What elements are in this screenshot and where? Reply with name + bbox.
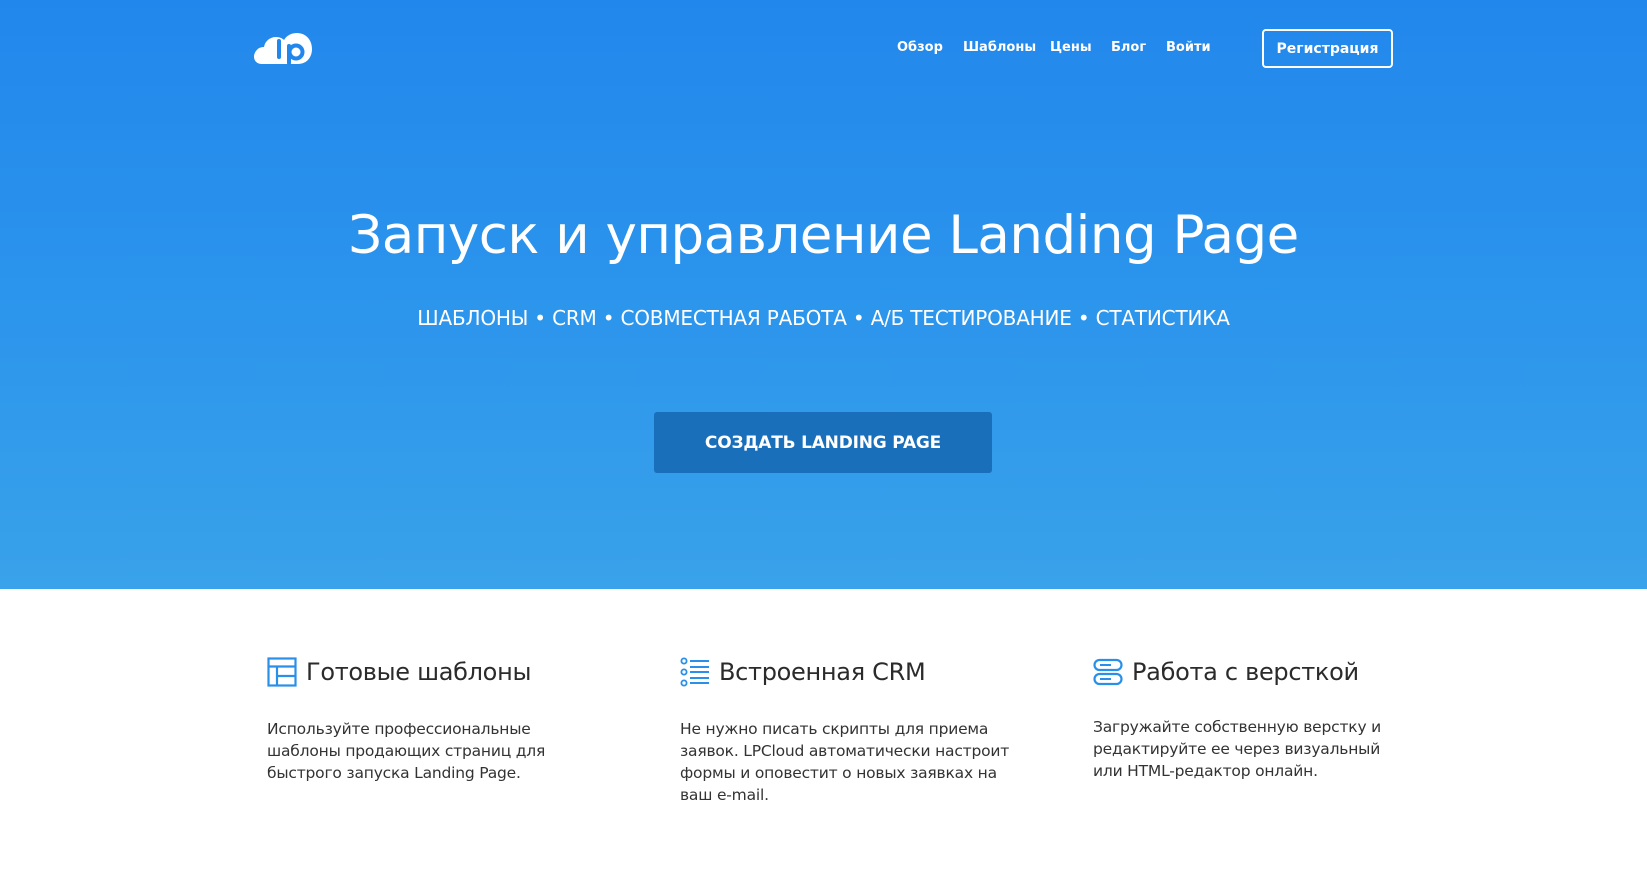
logo-text: lp xyxy=(252,28,253,29)
hero-title: Запуск и управление Landing Page xyxy=(348,205,1299,266)
nav-blog[interactable]: Блог xyxy=(1111,40,1146,55)
nav-templates[interactable]: Шаблоны xyxy=(963,40,1036,55)
create-landing-page-button[interactable]: СОЗДАТЬ LANDING PAGE xyxy=(654,412,992,473)
cloud-logo-icon: lp xyxy=(252,28,312,65)
lp-logo[interactable]: lp xyxy=(252,28,316,70)
feature-crm: Встроенная CRM Не нужно писать скрипты д… xyxy=(680,654,1020,806)
feature-description: Используйте профессиональные шаблоны про… xyxy=(267,720,546,782)
server-stack-icon xyxy=(1093,658,1123,686)
feature-markup: Работа с версткой Загружайте собственную… xyxy=(1093,654,1433,782)
feature-description: Не нужно писать скрипты для приема заяво… xyxy=(680,720,1010,804)
list-icon xyxy=(680,657,709,687)
nav-overview[interactable]: Обзор xyxy=(897,40,943,55)
hero-subtitle: ШАБЛОНЫ • CRM • СОВМЕСТНАЯ РАБОТА • А/Б … xyxy=(417,306,1230,330)
feature-description: Загружайте собственную верстку и редакти… xyxy=(1093,718,1382,780)
nav-pricing[interactable]: Цены xyxy=(1050,40,1092,55)
hero-section: lp Обзор Шаблоны Цены Блог Войти Регистр… xyxy=(0,0,1647,589)
feature-templates: Готовые шаблоны Используйте профессионал… xyxy=(267,654,607,784)
register-button[interactable]: Регистрация xyxy=(1262,29,1393,68)
feature-header: Готовые шаблоны xyxy=(267,654,607,690)
nav-login[interactable]: Войти xyxy=(1166,40,1211,55)
feature-header: Работа с версткой xyxy=(1093,654,1433,690)
layout-grid-icon xyxy=(267,657,297,687)
feature-header: Встроенная CRM xyxy=(680,654,1020,690)
feature-title: Работа с версткой xyxy=(1132,658,1359,686)
feature-title: Готовые шаблоны xyxy=(306,658,532,686)
feature-title: Встроенная CRM xyxy=(719,658,926,686)
